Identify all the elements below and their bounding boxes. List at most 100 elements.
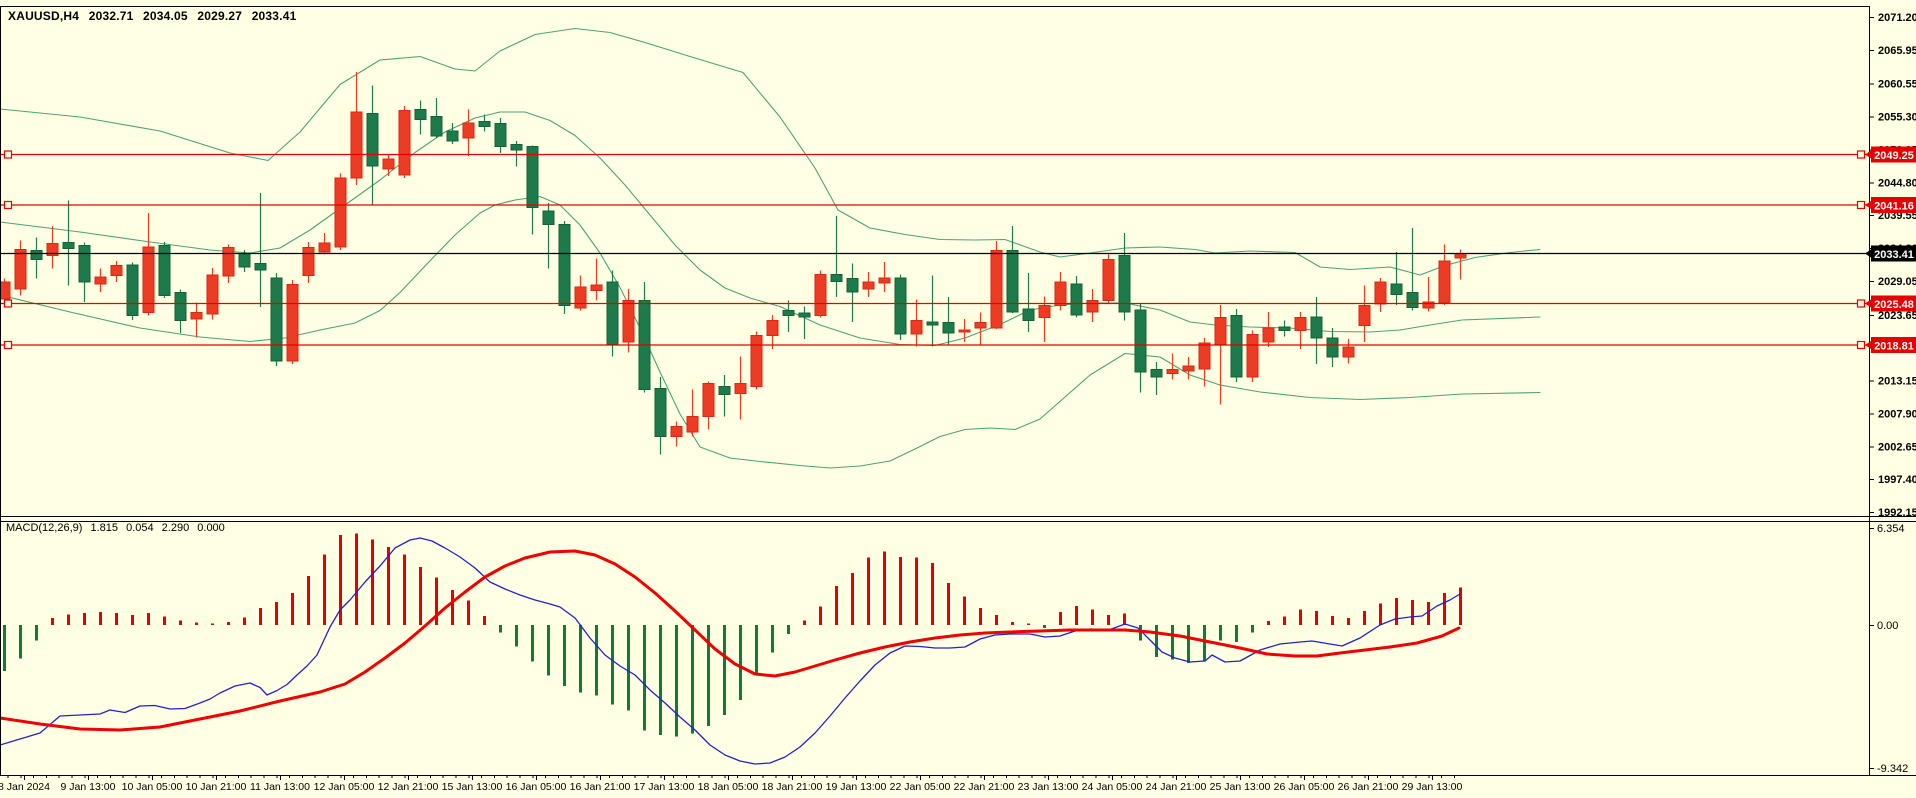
- candle-body: [142, 246, 155, 313]
- line-handle[interactable]: [1856, 200, 1866, 210]
- macd-value-3: 2.290: [161, 522, 190, 534]
- macd-value-2: 0.054: [126, 522, 154, 534]
- candle-body: [238, 253, 251, 268]
- candle-body: [382, 158, 395, 170]
- candle-body: [1278, 326, 1291, 331]
- svg-text:19 Jan 13:00: 19 Jan 13:00: [826, 781, 887, 793]
- line-handle[interactable]: [3, 340, 13, 350]
- macd-value-4: 0.000: [197, 522, 225, 534]
- svg-text:24 Jan 21:00: 24 Jan 21:00: [1146, 781, 1207, 793]
- candle-body: [670, 426, 683, 437]
- candle-body: [894, 277, 907, 335]
- candle-body: [606, 281, 619, 345]
- candle-body: [1342, 346, 1355, 358]
- candle-body: [1406, 292, 1419, 308]
- candle-body: [302, 247, 315, 276]
- candle-body: [222, 247, 235, 277]
- svg-text:18 Jan 21:00: 18 Jan 21:00: [762, 781, 823, 793]
- candle-body: [574, 286, 587, 309]
- line-handle[interactable]: [1856, 340, 1866, 350]
- candle-body: [110, 265, 123, 276]
- candle-body: [1294, 317, 1307, 331]
- candle-body: [622, 300, 635, 343]
- candle-body: [1086, 300, 1099, 313]
- chart-canvas[interactable]: 2071.202065.952060.552055.302050.052044.…: [0, 0, 1916, 798]
- candle-body: [782, 310, 795, 316]
- svg-text:23 Jan 13:00: 23 Jan 13:00: [1018, 781, 1079, 793]
- candle-body: [926, 321, 939, 326]
- line-handle[interactable]: [3, 150, 13, 159]
- svg-text:2007.90: 2007.90: [1878, 409, 1916, 421]
- price-line-label: 2033.41: [1865, 245, 1916, 262]
- candle-body: [814, 274, 827, 316]
- symbol-period: XAUUSD,H4: [8, 9, 80, 23]
- line-handle[interactable]: [1856, 150, 1866, 159]
- line-handle[interactable]: [3, 299, 13, 308]
- svg-text:6.354: 6.354: [1877, 523, 1905, 535]
- svg-text:18 Jan 05:00: 18 Jan 05:00: [698, 781, 759, 793]
- candle-body: [1134, 309, 1147, 373]
- svg-text:12 Jan 21:00: 12 Jan 21:00: [378, 781, 439, 793]
- candle-body: [14, 249, 27, 290]
- svg-text:22 Jan 21:00: 22 Jan 21:00: [954, 781, 1015, 793]
- candle-body: [1374, 281, 1387, 305]
- svg-text:22 Jan 05:00: 22 Jan 05:00: [890, 781, 951, 793]
- line-handle[interactable]: [1856, 299, 1866, 308]
- svg-text:2044.80: 2044.80: [1878, 178, 1916, 190]
- macd-name: MACD(12,26,9): [6, 522, 83, 534]
- candle-body: [350, 111, 363, 179]
- candle-body: [1214, 317, 1227, 345]
- candle-body: [286, 284, 299, 362]
- candle-body: [1054, 281, 1067, 306]
- svg-text:2041.16: 2041.16: [1874, 201, 1914, 213]
- candle-body: [0, 281, 11, 300]
- svg-text:2025.48: 2025.48: [1874, 299, 1914, 311]
- candle-body: [526, 146, 539, 208]
- svg-text:25 Jan 13:00: 25 Jan 13:00: [1210, 781, 1271, 793]
- candle-body: [174, 292, 187, 321]
- svg-text:9 Jan 13:00: 9 Jan 13:00: [61, 781, 116, 793]
- svg-text:26 Jan 05:00: 26 Jan 05:00: [1274, 781, 1335, 793]
- svg-text:17 Jan 13:00: 17 Jan 13:00: [634, 781, 695, 793]
- svg-text:2002.65: 2002.65: [1878, 442, 1916, 454]
- price-line-label: 2025.48: [1865, 295, 1916, 312]
- candle-body: [958, 329, 971, 333]
- svg-text:2023.65: 2023.65: [1878, 310, 1916, 322]
- candle-body: [1070, 283, 1083, 316]
- candle-body: [830, 274, 843, 282]
- svg-text:12 Jan 05:00: 12 Jan 05:00: [314, 781, 375, 793]
- chart-ohlc-title: XAUUSD,H4 2032.71 2034.05 2029.27 2033.4…: [8, 9, 302, 23]
- candle-body: [862, 281, 875, 290]
- svg-text:8 Jan 2024: 8 Jan 2024: [0, 781, 50, 793]
- candle-body: [1438, 260, 1451, 304]
- candle-body: [1246, 334, 1259, 378]
- candle-body: [1454, 253, 1467, 259]
- svg-text:2049.25: 2049.25: [1874, 150, 1914, 162]
- svg-text:10 Jan 05:00: 10 Jan 05:00: [122, 781, 183, 793]
- candle-body: [462, 122, 475, 139]
- svg-text:2065.95: 2065.95: [1878, 45, 1916, 57]
- candle-body: [366, 113, 379, 167]
- svg-text:2060.55: 2060.55: [1878, 79, 1916, 91]
- price-line-label: 2049.25: [1865, 146, 1916, 163]
- svg-text:29 Jan 13:00: 29 Jan 13:00: [1402, 781, 1463, 793]
- price-line-label: 2018.81: [1865, 337, 1916, 353]
- candle-body: [686, 416, 699, 433]
- candle-body: [734, 383, 747, 394]
- candle-body: [1262, 327, 1275, 343]
- candle-body: [766, 320, 779, 336]
- line-handle[interactable]: [3, 200, 13, 210]
- svg-text:2071.20: 2071.20: [1878, 12, 1916, 24]
- chart-background: [0, 0, 1916, 798]
- svg-text:2013.15: 2013.15: [1878, 376, 1916, 388]
- candle-body: [846, 278, 859, 293]
- candle-body: [1326, 337, 1339, 358]
- candle-body: [1230, 315, 1243, 378]
- candle-body: [270, 277, 283, 362]
- candle-body: [878, 277, 891, 284]
- candle-body: [702, 383, 715, 417]
- candle-body: [190, 312, 203, 320]
- candle-body: [126, 264, 139, 316]
- candle-body: [30, 250, 43, 260]
- candle-body: [478, 121, 491, 127]
